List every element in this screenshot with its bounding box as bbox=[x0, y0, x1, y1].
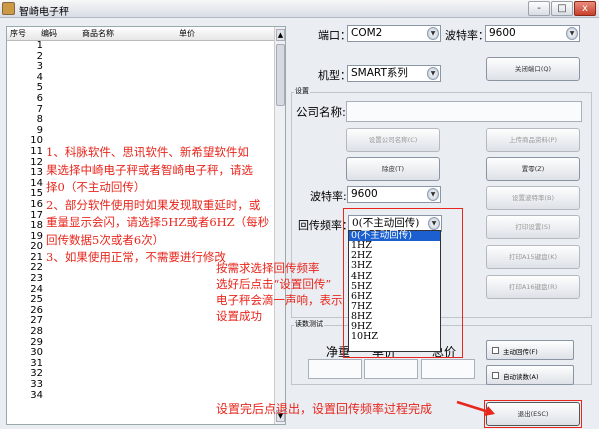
row-number[interactable]: 6 bbox=[7, 93, 47, 105]
baud-top-select[interactable]: 9600 ▼ bbox=[485, 25, 580, 42]
close-button[interactable]: x bbox=[574, 1, 596, 16]
row-number[interactable]: 11 bbox=[7, 146, 47, 158]
scroll-up-icon[interactable]: ▲ bbox=[276, 29, 285, 41]
row-number[interactable]: 16 bbox=[7, 199, 47, 211]
chevron-down-icon[interactable]: ▼ bbox=[427, 67, 439, 80]
close-port-button[interactable]: 关闭端口(Q) bbox=[486, 57, 580, 81]
print-setup-button[interactable]: 打印设置(S) bbox=[486, 215, 580, 239]
highlight-box bbox=[343, 208, 463, 358]
annotation-left: 1、科脉软件、思讯软件、新希望软件如 果选择中崎电子秤或者智崎电子秤，请选 择0… bbox=[46, 145, 270, 264]
arrow-icon bbox=[456, 400, 495, 416]
row-number[interactable]: 1 bbox=[7, 40, 47, 52]
set-baud-button[interactable]: 设置波特率(B) bbox=[486, 186, 580, 210]
model-select[interactable]: SMART系列 ▼ bbox=[347, 65, 441, 82]
baud-select[interactable]: 9600 ▼ bbox=[347, 186, 441, 203]
chevron-down-icon[interactable]: ▼ bbox=[566, 27, 578, 40]
scroll-thumb[interactable] bbox=[276, 44, 285, 106]
row-number-column: 1 2 3 4 5 6 7 8 9 10 11 12 13 14 15 16 17 18 19 20 21 22 23 24 2… bbox=[7, 40, 47, 402]
minimize-button[interactable]: - bbox=[528, 1, 550, 16]
company-label: 公司名称: bbox=[296, 105, 346, 119]
window-title: 智崎电子秤 bbox=[19, 7, 69, 18]
auto-return-checkbox[interactable]: 主动回传(F) bbox=[486, 340, 574, 360]
net-weight-field bbox=[308, 359, 362, 379]
col-index[interactable]: 序号 bbox=[10, 28, 26, 39]
upload-products-button[interactable]: 上传商品资料(P) bbox=[486, 128, 580, 152]
tare-button[interactable]: 除皮(T) bbox=[346, 157, 440, 181]
settings-caption: 设置 bbox=[294, 86, 310, 96]
baud-label: 波特率: bbox=[310, 190, 347, 203]
set-company-button[interactable]: 设置公司名称(C) bbox=[346, 128, 440, 152]
app-icon bbox=[2, 2, 15, 15]
port-select[interactable]: COM2 ▼ bbox=[347, 25, 441, 42]
maximize-button[interactable]: □ bbox=[551, 1, 573, 16]
col-code[interactable]: 编码 bbox=[41, 28, 57, 39]
print-a15-button[interactable]: 打印A15键盘(K) bbox=[486, 245, 580, 269]
total-price-field bbox=[421, 359, 475, 379]
unit-price-field bbox=[364, 359, 418, 379]
checkbox-icon[interactable] bbox=[492, 347, 499, 354]
baud-top-label: 波特率： bbox=[445, 29, 489, 42]
zero-button[interactable]: 置零(Z) bbox=[486, 157, 580, 181]
list-header: 序号 编码 商品名称 单价 bbox=[7, 27, 277, 41]
chevron-down-icon[interactable]: ▼ bbox=[427, 27, 439, 40]
company-name-input[interactable] bbox=[346, 101, 582, 122]
col-price[interactable]: 单价 bbox=[179, 28, 195, 39]
row-number[interactable]: 34 bbox=[7, 390, 47, 402]
annotation-bottom: 设置完后点退出，设置回传频率过程完成 bbox=[216, 402, 433, 416]
col-name[interactable]: 商品名称 bbox=[82, 28, 114, 39]
title-bar: 智崎电子秤 - □ x bbox=[0, 0, 599, 18]
auto-read-checkbox[interactable]: 自动读数(A) bbox=[486, 365, 574, 385]
print-a16-button[interactable]: 打印A16键盘(R) bbox=[486, 275, 580, 299]
checkbox-icon[interactable] bbox=[492, 372, 499, 379]
chevron-down-icon[interactable]: ▼ bbox=[427, 188, 439, 201]
row-number[interactable]: 33 bbox=[7, 379, 47, 391]
